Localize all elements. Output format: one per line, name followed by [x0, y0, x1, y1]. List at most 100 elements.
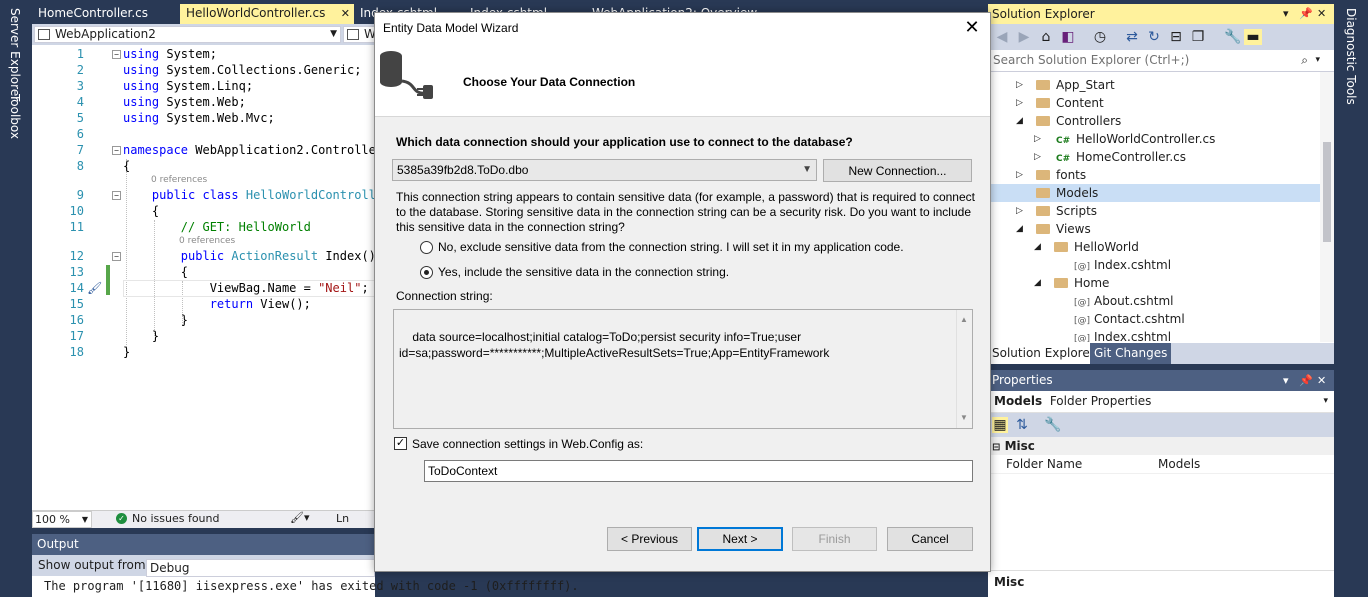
tree-item-helloworld[interactable]: ◢ HelloWorld	[988, 238, 1320, 256]
solution-explorer-search[interactable]: Search Solution Explorer (Ctrl+;) ⌕ ▾	[988, 50, 1334, 72]
chevron-down-icon[interactable]: ▾	[1315, 50, 1320, 71]
sync-icon[interactable]: ⇄	[1124, 29, 1140, 45]
property-category[interactable]: ⊟ Misc	[988, 437, 1334, 455]
folder-open-icon	[1036, 116, 1050, 126]
codelens-references[interactable]: 0 references	[179, 236, 235, 246]
chevron-down-icon[interactable]: ▾	[1283, 370, 1289, 391]
tree-item-models[interactable]: Models	[988, 184, 1320, 202]
server-explorer-tab[interactable]: Server Explorer	[8, 8, 22, 101]
fold-toggle[interactable]: −	[112, 191, 121, 200]
tree-item-fonts[interactable]: ▷ fonts	[988, 166, 1320, 184]
code-editor[interactable]: 1 2 3 4 5 6 7 8 9 10 11 12 13 14 15 16 1…	[32, 45, 375, 510]
code-line: }	[151, 329, 160, 343]
cancel-button[interactable]: Cancel	[887, 527, 973, 551]
project-combo[interactable]: WebApplication2 ▼	[34, 26, 341, 43]
new-connection-button[interactable]: New Connection...	[823, 159, 972, 182]
collapse-icon[interactable]: ⊟	[992, 442, 1000, 453]
data-connection-combo[interactable]: 5385a39fb2d8.ToDo.dbo ▼	[392, 159, 817, 181]
code-line: using System.Web.Mvc;	[123, 111, 275, 125]
change-marker	[106, 265, 110, 295]
config-name-input[interactable]: ToDoContext	[424, 460, 973, 482]
properties-toolbar: ▦ ⇅ 🔧	[988, 413, 1334, 437]
codelens-references[interactable]: 0 references	[151, 175, 207, 185]
zoom-combo[interactable]: 100 % ▼	[32, 511, 92, 528]
tab-helloworldcontroller[interactable]: HelloWorldController.cs ✕	[180, 4, 354, 24]
tree-item-views[interactable]: ◢ Views	[988, 220, 1320, 238]
connection-string-text[interactable]: data source=localhost;initial catalog=To…	[393, 309, 973, 429]
save-settings-label[interactable]: Save connection settings in Web.Config a…	[412, 437, 643, 451]
history-icon[interactable]: ◷	[1092, 29, 1108, 45]
issues-status[interactable]: No issues found	[132, 512, 219, 525]
preview-icon[interactable]: ▬	[1244, 29, 1262, 45]
toolbox-tab[interactable]: Toolbox	[8, 94, 22, 139]
next-button[interactable]: Next >	[697, 527, 783, 551]
line-number: 10	[69, 204, 84, 218]
code-line: using System.Linq;	[123, 79, 254, 93]
pin-icon[interactable]: 📌	[1299, 4, 1313, 24]
tree-item-helloworldcontroller[interactable]: ▷ C# HelloWorldController.cs	[988, 130, 1320, 148]
property-row[interactable]: Folder Name Models	[988, 455, 1334, 474]
fold-toggle[interactable]: −	[112, 146, 121, 155]
properties-object-selector[interactable]: Models Folder Properties ▾	[988, 391, 1334, 413]
tree-item-app-start[interactable]: ▷ App_Start	[988, 76, 1320, 94]
forward-icon[interactable]: ▶	[1016, 29, 1032, 45]
scrollbar-thumb[interactable]	[1323, 142, 1331, 242]
razor-file-icon: [@]	[1074, 334, 1091, 342]
sensitive-data-description: This connection string appears to contai…	[396, 190, 975, 234]
property-pages-icon[interactable]: 🔧	[1044, 417, 1061, 433]
tab-git-changes[interactable]: Git Changes	[1090, 343, 1172, 364]
back-icon[interactable]: ◀	[994, 29, 1010, 45]
categorized-icon[interactable]: ▦	[992, 417, 1008, 433]
exclude-sensitive-label[interactable]: No, exclude sensitive data from the conn…	[438, 240, 904, 254]
wrench-icon[interactable]: 🔧	[1224, 29, 1241, 45]
line-number: 2	[76, 63, 84, 77]
close-icon[interactable]: ✕	[341, 4, 350, 23]
vertical-scrollbar[interactable]: ▲ ▼	[956, 310, 972, 428]
tree-item-home-index[interactable]: [@] Index.cshtml	[988, 328, 1320, 342]
fold-toggle[interactable]: −	[112, 50, 121, 59]
refresh-icon[interactable]: ↻	[1146, 29, 1162, 45]
vertical-scrollbar[interactable]	[1320, 72, 1334, 342]
code-line: }	[123, 345, 131, 359]
vs-switch-icon[interactable]: ◧	[1060, 29, 1076, 45]
tab-homecontroller[interactable]: HomeController.cs	[32, 4, 180, 24]
pin-icon[interactable]: 📌	[1299, 370, 1313, 391]
close-icon[interactable]: ✕	[1317, 4, 1326, 24]
alphabetical-icon[interactable]: ⇅	[1014, 417, 1030, 433]
close-icon[interactable]: ✕	[1317, 370, 1326, 391]
include-sensitive-radio[interactable]	[420, 266, 433, 279]
line-number: 6	[76, 127, 84, 141]
show-all-files-icon[interactable]: ❐	[1190, 29, 1206, 45]
finish-button[interactable]: Finish	[792, 527, 877, 551]
save-settings-checkbox[interactable]: ✓	[394, 437, 407, 450]
output-source-select[interactable]: Debug	[146, 559, 375, 577]
line-number: 17	[69, 329, 84, 343]
tree-item-controllers[interactable]: ◢ Controllers	[988, 112, 1320, 130]
show-output-label: Show output from:	[38, 558, 150, 572]
diagnostic-tools-tab[interactable]: Diagnostic Tools	[1344, 8, 1358, 105]
tree-item-content[interactable]: ▷ Content	[988, 94, 1320, 112]
quick-action-icon[interactable]: 🖌	[87, 281, 102, 295]
folder-icon	[1036, 206, 1050, 216]
exclude-sensitive-radio[interactable]	[420, 241, 433, 254]
wizard-heading: Choose Your Data Connection	[463, 75, 636, 89]
line-number: 15	[69, 297, 84, 311]
tree-item-about[interactable]: [@] About.cshtml	[988, 292, 1320, 310]
chevron-down-icon: ▼	[81, 515, 88, 524]
chevron-down-icon[interactable]: ▾	[1283, 4, 1289, 24]
tree-item-homecontroller[interactable]: ▷ C# HomeController.cs	[988, 148, 1320, 166]
close-icon[interactable]: ✕	[960, 16, 984, 40]
tree-item-helloworld-index[interactable]: [@] Index.cshtml	[988, 256, 1320, 274]
tab-solution-explorer[interactable]: Solution Explorer	[988, 343, 1099, 364]
database-connection-icon	[380, 51, 433, 99]
home-icon[interactable]: ⌂	[1038, 29, 1054, 45]
tree-item-home[interactable]: ◢ Home	[988, 274, 1320, 292]
tree-item-contact[interactable]: [@] Contact.cshtml	[988, 310, 1320, 328]
collapse-all-icon[interactable]: ⊟	[1168, 29, 1184, 45]
fold-toggle[interactable]: −	[112, 252, 121, 261]
include-sensitive-label[interactable]: Yes, include the sensitive data in the c…	[438, 265, 729, 279]
previous-button[interactable]: < Previous	[607, 527, 692, 551]
line-number: 5	[76, 111, 84, 125]
cleanup-icon[interactable]: 🖌▾	[290, 511, 310, 524]
tree-item-scripts[interactable]: ▷ Scripts	[988, 202, 1320, 220]
